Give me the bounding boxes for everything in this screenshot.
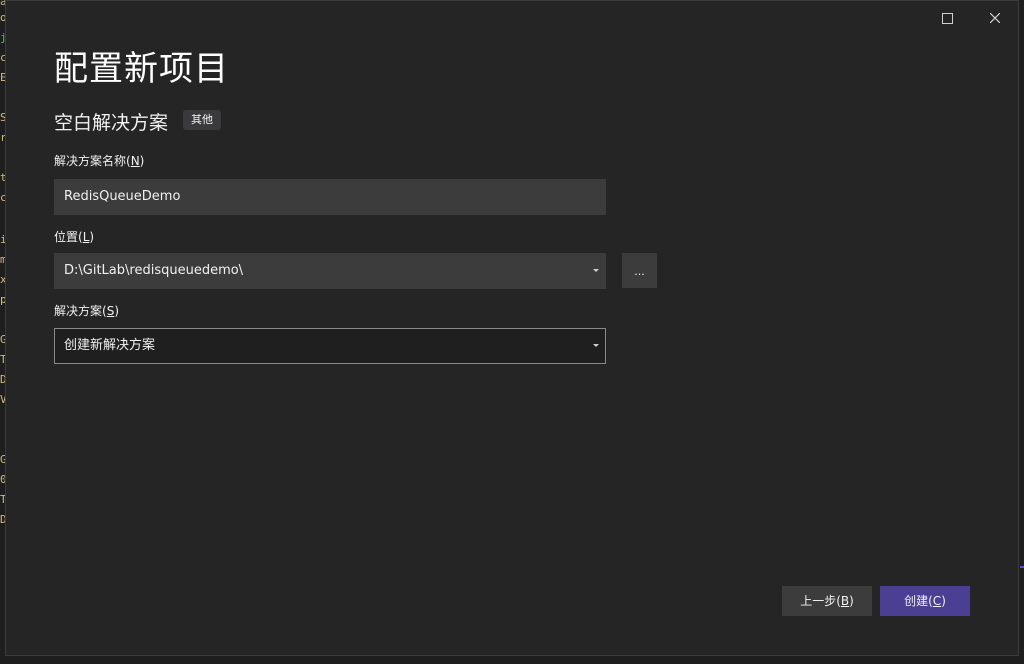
close-button[interactable] — [979, 7, 1011, 29]
configure-project-dialog: 配置新项目 空白解决方案 其他 解决方案名称(N) RedisQueueDemo… — [5, 0, 1019, 656]
dropdown-caret-icon — [593, 269, 599, 272]
create-button[interactable]: 创建(C) — [880, 586, 970, 616]
template-name: 空白解决方案 — [54, 112, 169, 134]
back-button[interactable]: 上一步(B) — [782, 586, 872, 616]
dialog-title: 配置新项目 — [54, 49, 229, 89]
close-icon — [990, 13, 1000, 23]
background-status-strip — [0, 656, 1024, 664]
background-accent-line — [1020, 566, 1024, 568]
solution-value: 创建新解决方案 — [64, 338, 156, 353]
maximize-icon — [941, 12, 953, 24]
browse-button[interactable]: ... — [622, 253, 657, 288]
dropdown-caret-icon — [593, 344, 599, 347]
location-label: 位置(L) — [54, 230, 95, 244]
solution-name-input[interactable]: RedisQueueDemo — [54, 179, 606, 215]
template-tag-badge: 其他 — [183, 110, 221, 130]
solution-name-label: 解决方案名称(N) — [54, 154, 145, 168]
location-value: D:\GitLab\redisqueuedemo\ — [64, 263, 244, 278]
solution-label: 解决方案(S) — [54, 304, 119, 318]
location-combobox[interactable]: D:\GitLab\redisqueuedemo\ — [54, 253, 606, 289]
solution-dropdown[interactable]: 创建新解决方案 — [54, 328, 606, 364]
maximize-button[interactable] — [931, 7, 963, 29]
